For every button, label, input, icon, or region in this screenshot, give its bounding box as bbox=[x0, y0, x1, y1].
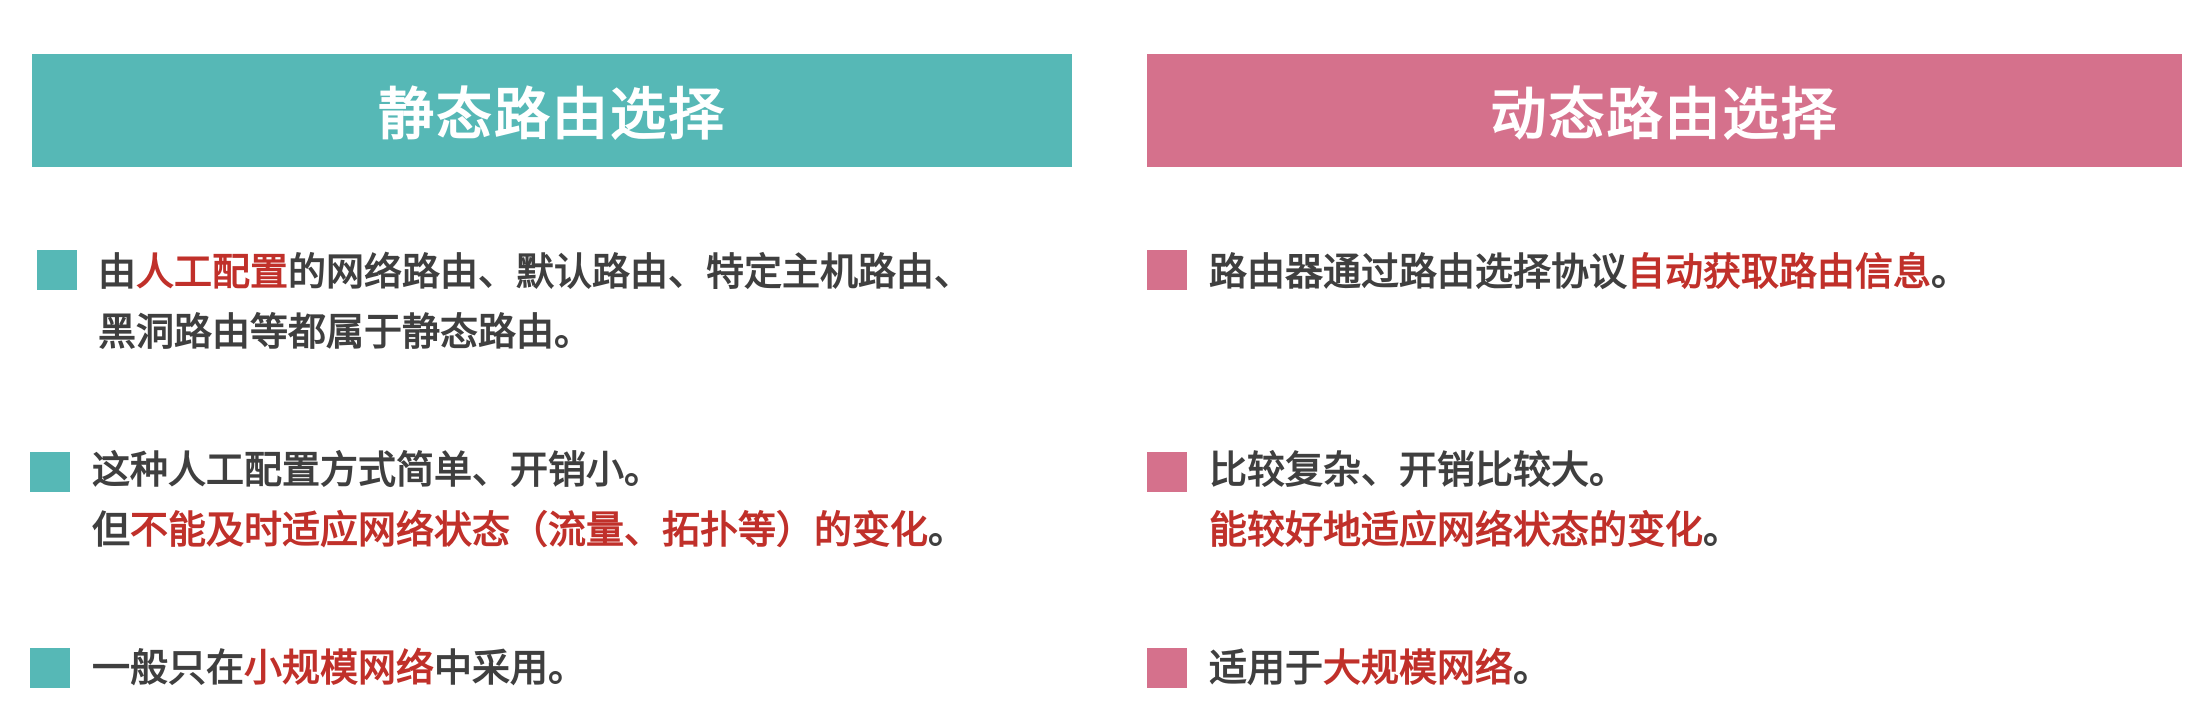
dynamic-item-3-line1: 适用于大规模网络。 bbox=[1209, 646, 1552, 690]
square-bullet-icon bbox=[37, 250, 77, 290]
static-item-1-line1: 由人工配置的网络路由、默认路由、特定主机路由、 bbox=[98, 250, 973, 294]
dynamic-routing-title: 动态路由选择 bbox=[1147, 54, 2182, 167]
static-item-3-line1: 一般只在小规模网络中采用。 bbox=[92, 646, 587, 690]
slide: 静态路由选择 由人工配置的网络路由、默认路由、特定主机路由、 黑洞路由等都属于静… bbox=[0, 0, 2210, 726]
square-bullet-icon bbox=[30, 452, 70, 492]
square-bullet-icon bbox=[1147, 250, 1187, 290]
static-routing-title: 静态路由选择 bbox=[32, 54, 1072, 167]
square-bullet-icon bbox=[1147, 648, 1187, 688]
static-item-2-line2: 但不能及时适应网络状态（流量、拓扑等）的变化。 bbox=[92, 508, 967, 552]
dynamic-item-2-line1: 比较复杂、开销比较大。 bbox=[1209, 448, 1628, 492]
square-bullet-icon bbox=[30, 648, 70, 688]
static-item-1-line2: 黑洞路由等都属于静态路由。 bbox=[98, 310, 593, 354]
dynamic-item-2-line2: 能较好地适应网络状态的变化。 bbox=[1209, 508, 1742, 552]
square-bullet-icon bbox=[1147, 452, 1187, 492]
static-item-2-line1: 这种人工配置方式简单、开销小。 bbox=[92, 448, 663, 492]
dynamic-item-1-line1: 路由器通过路由选择协议自动获取路由信息。 bbox=[1209, 250, 1970, 294]
